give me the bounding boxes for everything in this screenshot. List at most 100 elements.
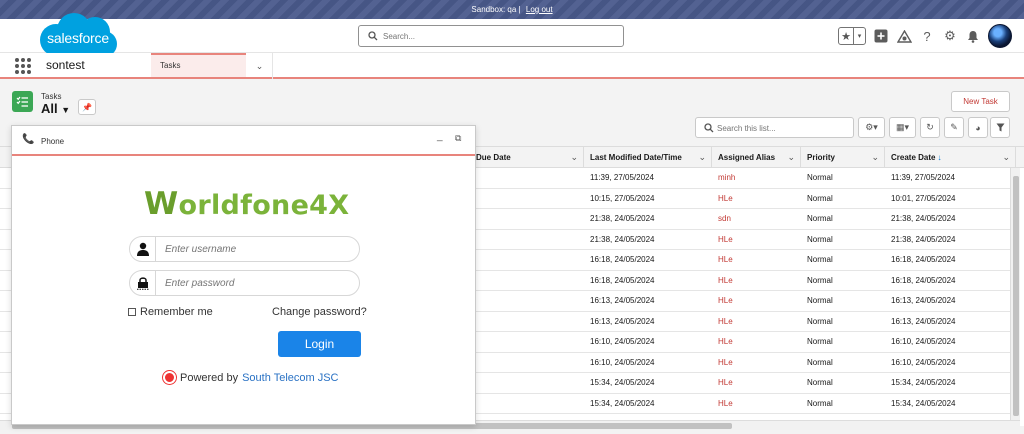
- user-avatar[interactable]: [988, 24, 1012, 48]
- cell-last-modified: 15:34, 24/05/2024: [590, 378, 655, 387]
- cell-alias[interactable]: HLe: [712, 394, 733, 414]
- object-label: Tasks: [41, 92, 62, 101]
- remember-me-label: Remember me: [140, 306, 213, 318]
- sort-descending-icon: ↓: [937, 153, 942, 162]
- cell-create-date: 15:34, 24/05/2024: [891, 398, 956, 408]
- list-settings-button[interactable]: ⚙▾: [858, 117, 885, 138]
- cell-alias[interactable]: sdn: [712, 209, 731, 229]
- powered-by: Powered by South Telecom JSC: [163, 371, 339, 384]
- trailhead-icon[interactable]: [896, 28, 912, 44]
- cell-alias[interactable]: HLe: [712, 271, 733, 291]
- cell-create-date: 16:18, 24/05/2024: [891, 275, 956, 285]
- cell-last-modified: 16:13, 24/05/2024: [590, 316, 655, 326]
- table-icon: ▦▾: [895, 122, 910, 132]
- column-header-create-date[interactable]: Create Date ↓ ⌄: [885, 147, 1016, 168]
- charts-button[interactable]: ◕: [968, 117, 988, 138]
- cell-priority: Normal: [807, 255, 833, 264]
- notifications-bell-icon[interactable]: [965, 28, 981, 44]
- logo-text: orldfone4X: [178, 190, 350, 221]
- phone-panel-title: Phone: [41, 137, 65, 146]
- display-as-button[interactable]: ▦▾: [889, 117, 916, 138]
- column-header-assigned-alias[interactable]: Assigned Alias ⌄: [712, 147, 801, 168]
- cell-alias[interactable]: HLe: [712, 373, 733, 393]
- column-label: Priority: [807, 153, 836, 162]
- chevron-down-icon[interactable]: ⌄: [570, 147, 578, 168]
- column-header-priority[interactable]: Priority ⌄: [801, 147, 885, 168]
- chevron-down-icon[interactable]: ⌄: [698, 147, 706, 168]
- phone-panel-header: 📞 Phone _ ⧉: [12, 126, 475, 156]
- help-icon[interactable]: ?: [919, 28, 935, 44]
- edit-columns-button[interactable]: ✎: [944, 117, 964, 138]
- list-search[interactable]: [695, 117, 854, 138]
- cell-last-modified: 21:38, 24/05/2024: [590, 214, 655, 223]
- logo-initial: W: [144, 186, 179, 222]
- column-header-last-modified[interactable]: Last Modified Date/Time ⌄: [584, 147, 712, 168]
- cell-priority: Normal: [807, 234, 833, 244]
- popout-icon[interactable]: ⧉: [455, 133, 461, 144]
- new-task-button[interactable]: New Task: [951, 91, 1010, 112]
- list-view-selector[interactable]: All ▼: [41, 101, 70, 116]
- cell-alias[interactable]: HLe: [712, 312, 733, 332]
- setup-gear-icon[interactable]: ⚙: [942, 28, 958, 44]
- change-password-link[interactable]: Change password?: [272, 306, 367, 318]
- filter-button[interactable]: [990, 117, 1010, 138]
- refresh-button[interactable]: ↻: [920, 117, 940, 138]
- column-label: Last Modified Date/Time: [590, 153, 682, 162]
- cell-alias[interactable]: HLe: [712, 250, 733, 270]
- cell-priority: Normal: [807, 378, 833, 387]
- app-launcher-icon[interactable]: [15, 58, 31, 74]
- pin-list-view-button[interactable]: 📌: [78, 99, 96, 115]
- logout-link[interactable]: Log out: [526, 5, 553, 14]
- global-search-input[interactable]: [383, 29, 613, 43]
- cell-create-date: 10:01, 27/05/2024: [891, 193, 956, 203]
- favorites-group[interactable]: ★ ▾: [838, 27, 866, 45]
- chevron-down-icon[interactable]: ⌄: [787, 147, 795, 168]
- list-view-name: All: [41, 101, 58, 116]
- password-input[interactable]: [165, 276, 350, 290]
- favorites-star-icon[interactable]: ★: [839, 28, 854, 44]
- cell-alias[interactable]: HLe: [712, 189, 733, 209]
- global-search[interactable]: [358, 25, 624, 47]
- cell-alias[interactable]: HLe: [712, 291, 733, 311]
- sandbox-banner: Sandbox: qa | Log out: [0, 0, 1024, 19]
- cell-priority: Normal: [807, 398, 833, 408]
- cell-priority: Normal: [807, 173, 833, 182]
- pie-chart-icon: ◕: [975, 122, 981, 133]
- tab-tasks-dropdown-icon[interactable]: ⌄: [247, 53, 273, 79]
- powered-by-prefix: Powered by: [180, 371, 239, 384]
- cell-last-modified: 16:10, 24/05/2024: [590, 357, 655, 367]
- cell-create-date: 16:13, 24/05/2024: [891, 296, 956, 305]
- cell-alias[interactable]: HLe: [712, 353, 733, 373]
- cell-alias[interactable]: minh: [712, 168, 735, 188]
- column-label: Assigned Alias: [718, 153, 776, 162]
- vertical-scrollbar[interactable]: [1010, 168, 1020, 426]
- list-search-input[interactable]: [717, 121, 847, 135]
- tab-tasks[interactable]: Tasks: [151, 53, 246, 79]
- phone-icon: 📞: [22, 134, 35, 145]
- cell-priority: Normal: [807, 316, 833, 326]
- username-input[interactable]: [165, 242, 350, 256]
- app-name: sontest: [46, 58, 85, 72]
- remember-me-checkbox[interactable]: Remember me: [128, 306, 213, 318]
- tab-tasks-label: Tasks: [160, 61, 181, 70]
- password-field[interactable]: [129, 270, 360, 296]
- cell-alias[interactable]: HLe: [712, 230, 733, 250]
- chevron-down-icon[interactable]: ⌄: [871, 147, 879, 168]
- favorites-dropdown-icon[interactable]: ▾: [854, 28, 865, 44]
- username-field[interactable]: [129, 236, 360, 262]
- cell-alias[interactable]: HLe: [712, 332, 733, 352]
- minimize-icon[interactable]: _: [437, 131, 449, 149]
- login-button[interactable]: Login: [278, 331, 361, 357]
- column-header-due-date[interactable]: Due Date ⌄: [470, 147, 584, 168]
- cell-priority: Normal: [807, 296, 833, 305]
- column-label: Due Date: [476, 153, 511, 162]
- phone-utility-panel: 📞 Phone _ ⧉ Worldfone4X Remember me Chan…: [11, 125, 476, 425]
- global-actions-icon[interactable]: [873, 28, 889, 44]
- powered-by-company-link[interactable]: South Telecom JSC: [242, 372, 338, 384]
- cell-last-modified: 21:38, 24/05/2024: [590, 234, 655, 244]
- chevron-down-icon[interactable]: ⌄: [1002, 147, 1010, 168]
- checkbox[interactable]: [128, 308, 136, 316]
- cell-priority: Normal: [807, 337, 833, 346]
- scrollbar-thumb[interactable]: [1013, 176, 1019, 416]
- cell-create-date: 15:34, 24/05/2024: [891, 378, 956, 387]
